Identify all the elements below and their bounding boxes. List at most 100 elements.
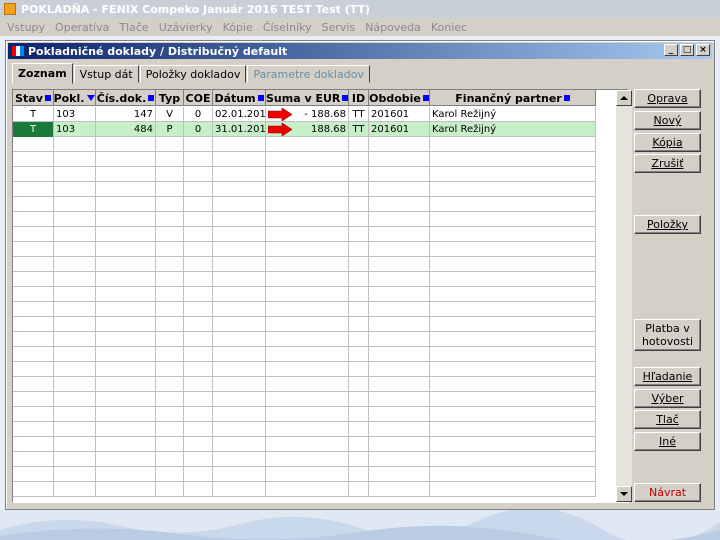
- menu-napoveda[interactable]: Nápoveda: [360, 21, 426, 34]
- empty-row[interactable]: [13, 137, 596, 152]
- empty-cell: [13, 362, 54, 377]
- col-header-datum[interactable]: Dátum: [213, 90, 266, 106]
- zrusit-button[interactable]: Zrušiť: [634, 154, 701, 173]
- empty-cell: [349, 452, 369, 467]
- empty-row[interactable]: [13, 212, 596, 227]
- vyber-button[interactable]: Výber: [634, 389, 701, 408]
- empty-cell: [13, 257, 54, 272]
- col-header-partner[interactable]: Finančný partner: [430, 90, 596, 106]
- table-row[interactable]: T 103 484 P 0 31.01.2016 188.68 TT 201601 Karol R…: [13, 122, 596, 137]
- hladanie-button[interactable]: Hľadanie: [634, 367, 701, 386]
- menu-operativa[interactable]: Operatíva: [50, 21, 114, 34]
- empty-row[interactable]: [13, 272, 596, 287]
- window-icon: [12, 46, 24, 56]
- empty-row[interactable]: [13, 167, 596, 182]
- menu-tlace[interactable]: Tlače: [114, 21, 153, 34]
- empty-cell: [369, 332, 430, 347]
- empty-cell: [369, 212, 430, 227]
- empty-row[interactable]: [13, 227, 596, 242]
- cell-text: Karol Režijný: [432, 124, 497, 135]
- empty-row[interactable]: [13, 347, 596, 362]
- close-button[interactable]: ×: [696, 44, 710, 56]
- tab-polozky-dokladov[interactable]: Položky dokladov: [139, 65, 247, 83]
- empty-cell: [54, 197, 96, 212]
- polozky-button[interactable]: Položky: [634, 215, 701, 234]
- empty-cell: [213, 152, 266, 167]
- cell-text: 0: [194, 109, 202, 120]
- empty-row[interactable]: [13, 302, 596, 317]
- vertical-scrollbar[interactable]: [616, 90, 632, 502]
- empty-cell: [54, 272, 96, 287]
- cell-cis-dok: 147: [96, 107, 156, 122]
- empty-cell: [54, 302, 96, 317]
- col-header-stav[interactable]: Stav: [13, 90, 54, 106]
- novy-button[interactable]: Nový: [634, 111, 701, 130]
- menu-kopie[interactable]: Kópie: [218, 21, 258, 34]
- scroll-up-button[interactable]: [616, 90, 632, 106]
- tlac-button[interactable]: Tlač: [634, 410, 701, 429]
- empty-cell: [266, 392, 349, 407]
- ine-button[interactable]: Iné: [634, 432, 701, 451]
- menu-uzavierky[interactable]: Uzávierky: [154, 21, 218, 34]
- sort-marker-icon: [257, 95, 264, 101]
- empty-row[interactable]: [13, 482, 596, 497]
- empty-row[interactable]: [13, 287, 596, 302]
- col-header-coe[interactable]: COE: [184, 90, 213, 106]
- empty-row[interactable]: [13, 377, 596, 392]
- platba-v-hotovosti-button[interactable]: Platba v hotovosti: [634, 319, 701, 351]
- empty-row[interactable]: [13, 407, 596, 422]
- empty-cell: [369, 437, 430, 452]
- empty-cell: [184, 422, 213, 437]
- scroll-down-button[interactable]: [616, 486, 632, 502]
- col-header-pokl[interactable]: Pokl.: [54, 90, 96, 106]
- col-header-suma[interactable]: Suma v EUR: [266, 90, 349, 106]
- col-header-obdobie[interactable]: Obdobie: [369, 90, 430, 106]
- empty-cell: [184, 272, 213, 287]
- empty-row[interactable]: [13, 422, 596, 437]
- empty-cell: [349, 437, 369, 452]
- empty-cell: [430, 212, 596, 227]
- tab-zoznam[interactable]: Zoznam: [12, 63, 73, 84]
- oprava-button[interactable]: Oprava: [634, 89, 701, 108]
- empty-row[interactable]: [13, 182, 596, 197]
- minimize-button[interactable]: _: [664, 44, 678, 56]
- empty-row[interactable]: [13, 362, 596, 377]
- maximize-button[interactable]: □: [680, 44, 694, 56]
- empty-row[interactable]: [13, 437, 596, 452]
- col-header-label: Čís.dok.: [96, 91, 147, 105]
- empty-row[interactable]: [13, 317, 596, 332]
- menu-ciselniky[interactable]: Číselníky: [258, 21, 317, 34]
- empty-row[interactable]: [13, 257, 596, 272]
- col-header-typ[interactable]: Typ: [156, 90, 184, 106]
- empty-cell: [349, 422, 369, 437]
- navrat-button[interactable]: Návrat: [634, 483, 701, 502]
- col-header-cis-dok[interactable]: Čís.dok.: [96, 90, 156, 106]
- empty-cell: [369, 362, 430, 377]
- empty-cell: [213, 332, 266, 347]
- empty-row[interactable]: [13, 452, 596, 467]
- empty-row[interactable]: [13, 332, 596, 347]
- empty-cell: [430, 197, 596, 212]
- menu-koniec[interactable]: Koniec: [426, 21, 472, 34]
- empty-cell: [369, 392, 430, 407]
- empty-cell: [13, 242, 54, 257]
- empty-cell: [54, 347, 96, 362]
- empty-cell: [213, 167, 266, 182]
- kopia-button[interactable]: Kópia: [634, 133, 701, 152]
- empty-cell: [96, 137, 156, 152]
- empty-row[interactable]: [13, 197, 596, 212]
- col-header-label: ID: [351, 91, 366, 105]
- menu-vstupy[interactable]: Vstupy: [2, 21, 50, 34]
- empty-row[interactable]: [13, 467, 596, 482]
- empty-cell: [184, 212, 213, 227]
- col-header-id[interactable]: ID: [349, 90, 369, 106]
- menu-servis[interactable]: Servis: [317, 21, 361, 34]
- empty-cell: [54, 212, 96, 227]
- empty-row[interactable]: [13, 152, 596, 167]
- tab-vstup-dat[interactable]: Vstup dát: [73, 65, 139, 83]
- empty-cell: [96, 452, 156, 467]
- empty-row[interactable]: [13, 242, 596, 257]
- table-row[interactable]: T 103 147 V 0 02.01.2016 - 188.68 TT 201601 Karol…: [13, 107, 596, 122]
- empty-row[interactable]: [13, 392, 596, 407]
- empty-cell: [96, 362, 156, 377]
